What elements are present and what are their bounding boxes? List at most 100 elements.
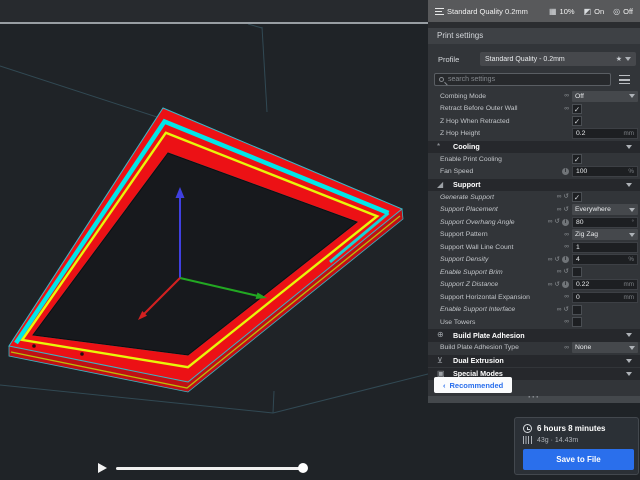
- setting-label: Fan Speed: [440, 168, 562, 175]
- setting-label: Generate Support: [440, 194, 557, 201]
- link-icon[interactable]: ∞: [564, 345, 569, 352]
- setting-label: Support Placement: [440, 206, 557, 213]
- checkbox-enable-support-interface[interactable]: [572, 305, 582, 315]
- setting-label: Retract Before Outer Wall: [440, 105, 564, 112]
- checkbox-retract-before-outer-wall[interactable]: ✓: [572, 104, 582, 114]
- layer-slider-track[interactable]: [116, 467, 304, 470]
- layers-icon: [435, 8, 444, 15]
- setting-label: Build Plate Adhesion Type: [440, 344, 564, 351]
- chevron-left-icon: ‹: [443, 381, 446, 390]
- dropdown-build-plate-adhesion-type[interactable]: None: [572, 342, 638, 353]
- input-support-z-distance[interactable]: 0.22mm: [572, 279, 638, 290]
- extruder-icon: ⊻: [437, 357, 453, 365]
- undo-icon[interactable]: ↺: [555, 257, 560, 264]
- viewport-divider: [0, 22, 428, 24]
- viewport-toolbar: [0, 0, 428, 22]
- settings-menu-icon[interactable]: [619, 75, 630, 84]
- unit-label: mm: [624, 294, 635, 301]
- input-support-density[interactable]: 4%: [572, 254, 638, 265]
- setting-row-support-overhang-angle: Support Overhang Angle∞↺i80°: [428, 216, 640, 229]
- link-icon[interactable]: ∞: [548, 257, 553, 264]
- unit-label: %: [628, 256, 634, 263]
- support-value: On: [594, 7, 604, 16]
- link-icon[interactable]: ∞: [557, 307, 562, 314]
- profile-summary[interactable]: Standard Quality 0.2mm: [435, 7, 528, 16]
- setting-label: Enable Support Interface: [440, 306, 557, 313]
- viewport-3d[interactable]: [0, 0, 428, 480]
- search-input[interactable]: search settings: [434, 73, 611, 86]
- layer-slider-handle[interactable]: [298, 463, 308, 473]
- panel-resize-handle[interactable]: ···: [428, 396, 640, 403]
- setting-row-z-hop-when-retracted: Z Hop When Retracted✓: [428, 115, 640, 128]
- setting-label: Enable Print Cooling: [440, 156, 569, 163]
- link-icon[interactable]: ∞: [564, 319, 569, 326]
- info-icon[interactable]: i: [562, 168, 569, 175]
- info-icon[interactable]: i: [562, 256, 569, 263]
- input-support-wall-line-count[interactable]: 1: [572, 242, 638, 253]
- checkbox-z-hop-when-retracted[interactable]: ✓: [572, 116, 582, 126]
- checkbox-enable-print-cooling[interactable]: ✓: [572, 154, 582, 164]
- dropdown-combing-mode[interactable]: Off: [572, 91, 638, 102]
- section-build-plate-adhesion[interactable]: ⊕Build Plate Adhesion: [428, 329, 640, 342]
- dropdown-support-pattern[interactable]: Zig Zag: [572, 229, 638, 240]
- link-icon[interactable]: ∞: [564, 232, 569, 239]
- section-label: Build Plate Adhesion: [453, 331, 626, 340]
- input-support-horizontal-expansion[interactable]: 0mm: [572, 292, 638, 303]
- link-icon[interactable]: ∞: [564, 93, 569, 100]
- link-icon[interactable]: ∞: [564, 244, 569, 251]
- unit-label: mm: [624, 281, 635, 288]
- link-icon[interactable]: ∞: [548, 282, 553, 289]
- chevron-down-icon: [626, 359, 632, 363]
- save-to-file-button[interactable]: Save to File: [523, 449, 634, 470]
- undo-icon[interactable]: ↺: [564, 207, 569, 214]
- setting-row-enable-support-brim: Enable Support Brim∞↺: [428, 266, 640, 279]
- input-fan-speed[interactable]: 100%: [572, 166, 638, 177]
- chevron-down-icon: [629, 94, 635, 98]
- setting-row-support-placement: Support Placement∞↺Everywhere: [428, 204, 640, 217]
- undo-icon[interactable]: ↺: [564, 194, 569, 201]
- profile-dropdown[interactable]: Standard Quality - 0.2mm ★: [480, 52, 636, 66]
- chevron-down-icon: [629, 346, 635, 350]
- checkbox-enable-support-brim[interactable]: [572, 267, 582, 277]
- section-label: Support: [453, 180, 626, 189]
- chevron-down-icon: [629, 208, 635, 212]
- link-icon[interactable]: ∞: [548, 219, 553, 226]
- setting-row-enable-print-cooling: Enable Print Cooling✓: [428, 153, 640, 166]
- recommended-button[interactable]: ‹ Recommended: [434, 377, 512, 393]
- checkbox-use-towers[interactable]: [572, 317, 582, 327]
- setting-row-build-plate-adhesion-type: Build Plate Adhesion Type∞None: [428, 342, 640, 355]
- undo-icon[interactable]: ↺: [555, 219, 560, 226]
- print-summary-panel: 6 hours 8 minutes 43g · 14.43m Save to F…: [514, 417, 639, 475]
- undo-icon[interactable]: ↺: [564, 307, 569, 314]
- search-placeholder: search settings: [448, 76, 495, 83]
- infill-summary[interactable]: ▦ 10%: [549, 7, 575, 16]
- link-icon[interactable]: ∞: [557, 207, 562, 214]
- play-button[interactable]: [98, 463, 107, 473]
- undo-icon[interactable]: ↺: [564, 269, 569, 276]
- info-icon[interactable]: i: [562, 281, 569, 288]
- undo-icon[interactable]: ↺: [555, 282, 560, 289]
- adhesion-summary[interactable]: ◎ Off: [613, 7, 633, 16]
- print-setup-header[interactable]: Standard Quality 0.2mm ▦ 10% ◩ On ◎ Off: [428, 0, 640, 22]
- checkbox-generate-support[interactable]: ✓: [572, 192, 582, 202]
- chevron-down-icon: [629, 233, 635, 237]
- input-z-hop-height[interactable]: 0.2mm: [572, 128, 638, 139]
- link-icon[interactable]: ∞: [564, 294, 569, 301]
- dropdown-support-placement[interactable]: Everywhere: [572, 204, 638, 215]
- support-summary[interactable]: ◩ On: [584, 7, 605, 16]
- section-cooling[interactable]: *Cooling: [428, 141, 640, 154]
- clock-icon: [523, 424, 532, 433]
- section-support[interactable]: ◢Support: [428, 179, 640, 192]
- info-icon[interactable]: i: [562, 219, 569, 226]
- model-screw-hole: [32, 344, 35, 347]
- link-icon[interactable]: ∞: [557, 269, 562, 276]
- input-support-overhang-angle[interactable]: 80°: [572, 217, 638, 228]
- print-settings-title: Print settings: [428, 28, 640, 44]
- section-label: Dual Extrusion: [453, 356, 626, 365]
- setting-row-z-hop-height: Z Hop Height0.2mm: [428, 128, 640, 141]
- section-dual-extrusion[interactable]: ⊻Dual Extrusion: [428, 355, 640, 368]
- star-icon[interactable]: ★: [616, 55, 622, 63]
- link-icon[interactable]: ∞: [564, 106, 569, 113]
- link-icon[interactable]: ∞: [557, 194, 562, 201]
- unit-label: °: [631, 219, 634, 226]
